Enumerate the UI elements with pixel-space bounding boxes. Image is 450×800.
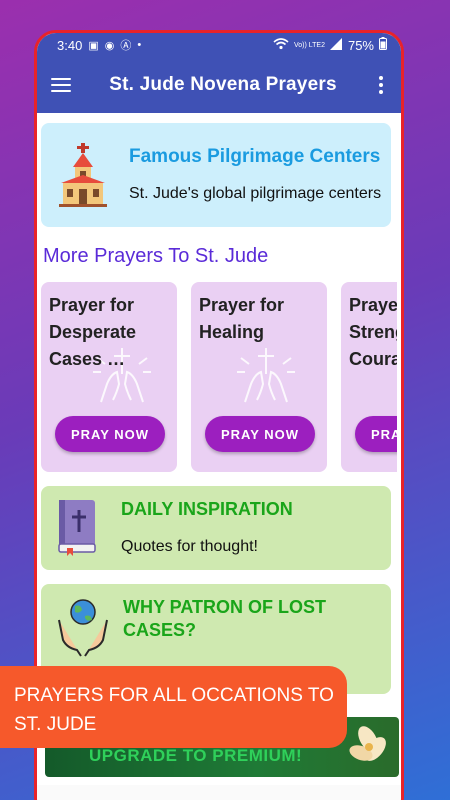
pilgrimage-card[interactable]: Famous Pilgrimage Centers St. Jude's glo… xyxy=(41,123,391,227)
bible-icon xyxy=(58,500,96,556)
church-icon xyxy=(59,143,107,207)
app-bar: St. Jude Novena Prayers xyxy=(37,57,401,113)
daily-inspiration-card[interactable]: DAILY INSPIRATION Quotes for thought! xyxy=(41,486,391,570)
pilgrimage-subtitle: St. Jude's global pilgrimage centers xyxy=(129,184,382,202)
sync-icon: ◉ xyxy=(104,39,115,52)
image-icon: ▣ xyxy=(88,39,99,52)
prayer-carousel[interactable]: Prayer for Desperate Cases … PRAY NOW Pr… xyxy=(41,282,397,472)
promo-banner: PRAYERS FOR ALL OCCATIONS TO ST. JUDE xyxy=(0,666,347,748)
globe-hands-icon xyxy=(58,599,108,657)
pray-now-button[interactable]: PRAY NOW xyxy=(205,416,315,452)
patron-title: WHY PATRON OF LOST CASES? xyxy=(123,597,326,640)
daily-title: DAILY INSPIRATION xyxy=(121,499,293,519)
pray-now-button[interactable]: PRAY NOW xyxy=(55,416,165,452)
prayer-card[interactable]: Prayer for Healing PRAY NOW xyxy=(191,282,327,472)
dot-icon: • xyxy=(137,39,142,51)
daily-subtitle: Quotes for thought! xyxy=(121,538,258,555)
flower-icon xyxy=(349,726,386,761)
section-title: More Prayers To St. Jude xyxy=(43,245,269,267)
prayer-card[interactable]: Prayer for Desperate Cases … PRAY NOW xyxy=(41,282,177,472)
content: Famous Pilgrimage Centers St. Jude's glo… xyxy=(37,113,401,694)
praying-hands-icon xyxy=(237,348,295,403)
app-title: St. Jude Novena Prayers xyxy=(109,74,337,95)
menu-icon[interactable] xyxy=(51,78,71,92)
wifi-icon xyxy=(273,37,289,53)
battery-icon xyxy=(379,37,387,53)
network-label: Vo)) LTE2 xyxy=(293,41,325,49)
app-icon: Ⓐ xyxy=(120,40,132,52)
prayer-title: Prayer for Healing xyxy=(199,295,285,342)
prayer-card[interactable]: Prayer for Strength Courage … PRAY NOW xyxy=(341,282,397,472)
pray-now-button[interactable]: PRAY NOW xyxy=(355,416,397,452)
signal-icon xyxy=(329,37,343,53)
prayer-title: Prayer for Strength Courage … xyxy=(349,295,397,369)
more-vert-icon[interactable] xyxy=(375,76,387,94)
status-time: 3:40 xyxy=(57,37,83,53)
system-nav-bar xyxy=(37,785,401,800)
promo-text: UPGRADE TO PREMIUM! xyxy=(89,746,303,765)
pilgrimage-title: Famous Pilgrimage Centers xyxy=(129,145,381,167)
battery-level: 75% xyxy=(347,37,374,53)
prayer-title: Prayer for Desperate Cases … xyxy=(49,295,137,369)
status-bar: 3:40 ▣ ◉ Ⓐ • Vo)) LTE2 75% xyxy=(37,33,401,57)
